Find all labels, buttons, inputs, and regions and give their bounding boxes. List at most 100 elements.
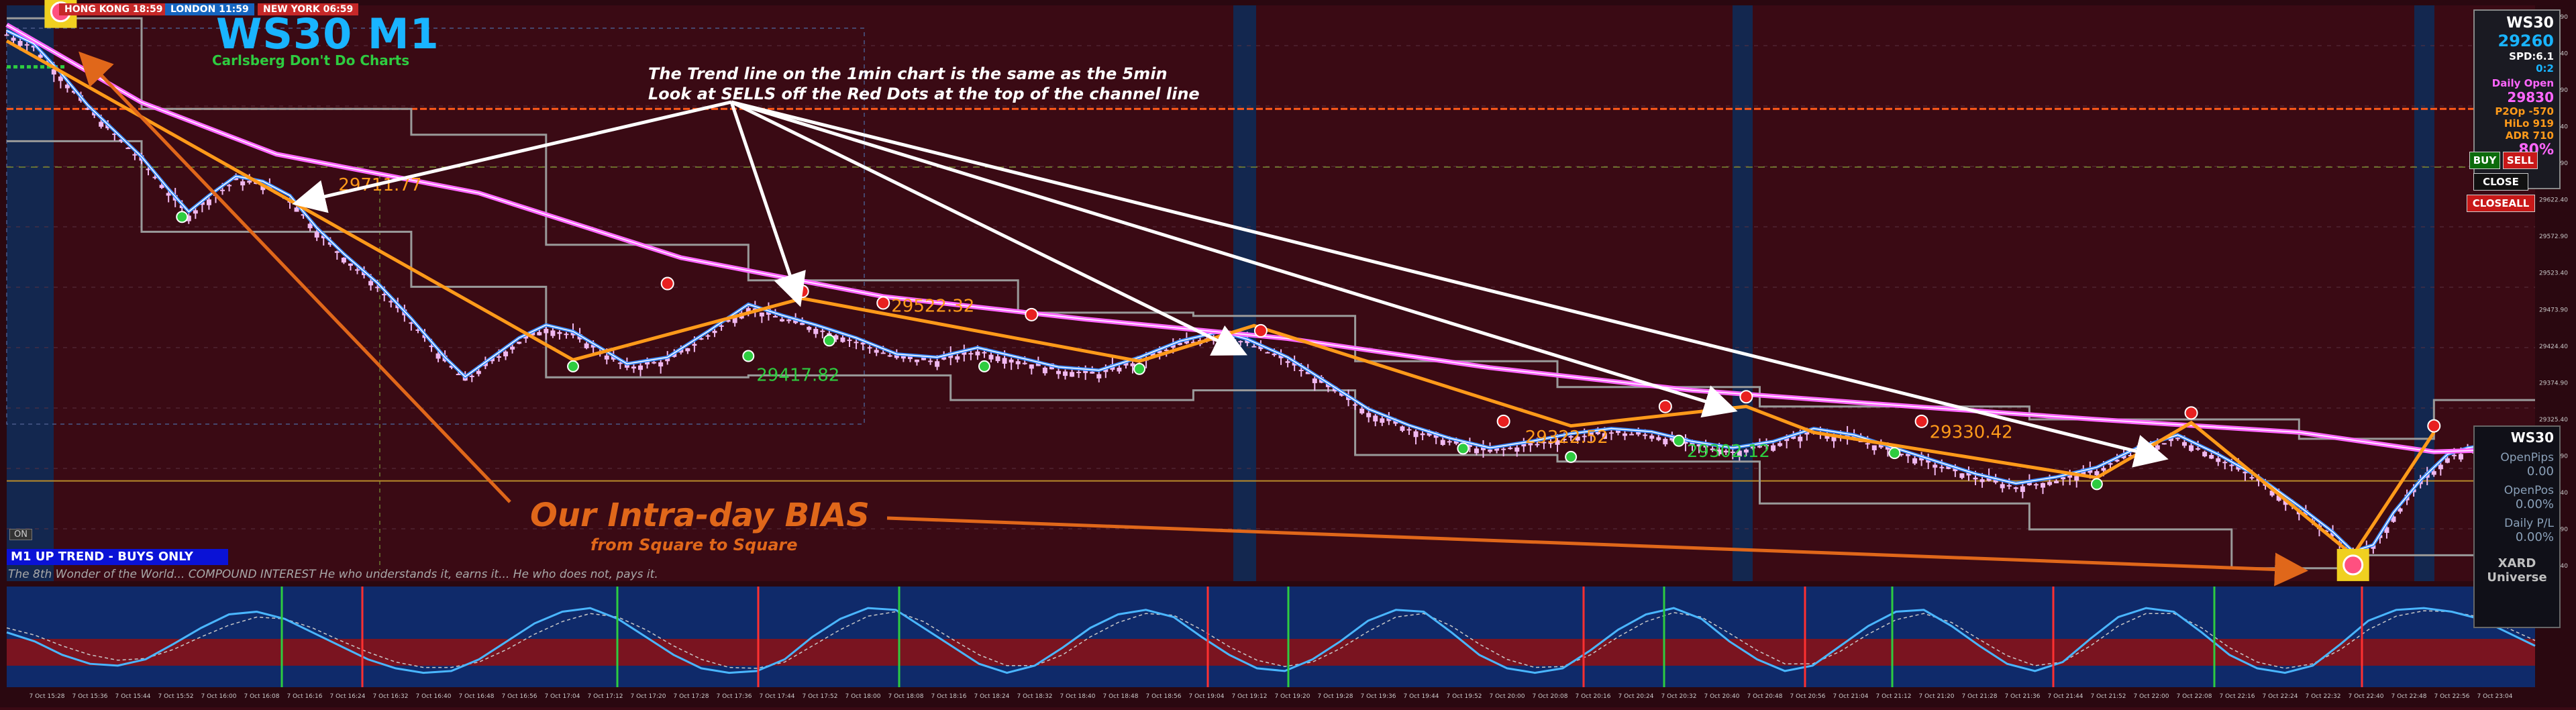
session-band-2 xyxy=(1733,5,1753,581)
time-axis-tick: 7 Oct 18:16 xyxy=(931,693,967,700)
candle-body xyxy=(705,335,711,337)
panel-ratio: 0:2 xyxy=(2536,62,2554,74)
time-axis-tick: 7 Oct 19:36 xyxy=(1361,693,1396,700)
candle-body xyxy=(995,356,1000,362)
time-axis-tick: 7 Oct 16:48 xyxy=(459,693,495,700)
candle-body xyxy=(2040,483,2045,488)
candle-body xyxy=(368,281,374,286)
candle-body xyxy=(712,330,717,334)
on-toggle[interactable]: ON xyxy=(9,529,32,540)
candle-body xyxy=(564,334,569,336)
time-axis-tick: 7 Oct 17:44 xyxy=(760,693,795,700)
candle-body xyxy=(2189,445,2194,451)
price-label: 29302.12 xyxy=(1687,442,1770,462)
time-axis-tick: 7 Oct 19:28 xyxy=(1318,693,1353,700)
price-axis-tick: 29473.90 xyxy=(2539,307,2568,313)
panel-adr: ADR 710 xyxy=(2505,130,2554,142)
candle-body xyxy=(968,353,974,355)
candle-body xyxy=(2175,438,2180,440)
candle-body xyxy=(887,355,892,357)
time-axis-tick: 7 Oct 20:24 xyxy=(1618,693,1654,700)
candle-body xyxy=(99,121,104,127)
candle-body xyxy=(1771,445,1776,451)
candle-body xyxy=(1096,374,1102,378)
candle-body xyxy=(1643,434,1648,436)
candle-body xyxy=(2033,484,2039,486)
candle-body xyxy=(2054,480,2059,484)
time-axis-tick: 7 Oct 20:16 xyxy=(1576,693,1611,700)
price-axis-tick: 29374.90 xyxy=(2539,380,2568,387)
candle-body xyxy=(658,362,664,367)
chart-canvas: 29711.7729522.3229417.8229322.5229302.12… xyxy=(0,0,2576,707)
sell-dot xyxy=(876,296,890,310)
candle-body xyxy=(1002,358,1007,364)
panel-price: 29260 xyxy=(2497,32,2555,50)
sell-button[interactable]: SELL xyxy=(2503,152,2538,169)
candle-body xyxy=(813,329,819,334)
candle-body xyxy=(1298,370,1304,372)
candle-body xyxy=(1865,443,1870,445)
candle-body xyxy=(1055,370,1061,374)
time-axis-tick: 7 Oct 22:16 xyxy=(2220,693,2255,700)
sell-dot xyxy=(2184,406,2198,420)
candle-body xyxy=(503,351,509,356)
time-axis-tick: 7 Oct 19:52 xyxy=(1447,693,1482,700)
price-axis-tick: 29622.40 xyxy=(2539,197,2568,204)
candle-body xyxy=(206,199,211,205)
oscillator-area xyxy=(7,587,2535,687)
candle-body xyxy=(874,350,879,353)
candle-body xyxy=(820,330,825,332)
candle-body xyxy=(685,348,690,352)
candle-body xyxy=(1622,433,1628,436)
candle-body xyxy=(354,269,360,271)
candle-body xyxy=(469,375,474,377)
candle-body xyxy=(2000,484,2005,489)
time-axis-tick: 7 Oct 17:20 xyxy=(631,693,666,700)
time-axis-tick: 7 Oct 22:40 xyxy=(2349,693,2384,700)
buy-dot xyxy=(1133,362,1146,375)
candle-body xyxy=(227,185,232,187)
candle-body xyxy=(1629,434,1635,436)
candle-body xyxy=(935,361,940,367)
time-axis-tick: 7 Oct 21:28 xyxy=(1962,693,1998,700)
sell-dot xyxy=(1739,390,1753,404)
candle-body xyxy=(341,257,346,263)
sell-dot xyxy=(1914,414,1928,428)
candle-body xyxy=(631,366,636,369)
time-axis-tick: 7 Oct 20:32 xyxy=(1661,693,1697,700)
candle-body xyxy=(1973,477,1978,480)
stats-open-pos-label: OpenPos xyxy=(2504,484,2554,497)
price-axis-tick: 29325.40 xyxy=(2539,417,2568,423)
candle-body xyxy=(692,344,697,346)
time-axis-tick: 7 Oct 20:48 xyxy=(1747,693,1783,700)
candle-body xyxy=(1353,404,1358,406)
candle-body xyxy=(2094,471,2100,476)
candle-body xyxy=(2438,464,2443,470)
candle-body xyxy=(1649,436,1655,439)
buy-dot xyxy=(176,211,189,223)
close-button[interactable]: CLOSE xyxy=(2473,173,2528,191)
sell-dot xyxy=(1658,399,1672,413)
candle-body xyxy=(1400,426,1405,431)
buy-button[interactable]: BUY xyxy=(2469,152,2500,169)
candle-body xyxy=(24,44,30,46)
panel-daily-open-value: 29830 xyxy=(2507,89,2554,105)
time-axis-tick: 7 Oct 21:04 xyxy=(1833,693,1869,700)
brand-line-1: XARD xyxy=(2497,556,2536,570)
candle-body xyxy=(988,354,994,360)
candle-body xyxy=(247,181,252,183)
stats-panel: WS30 OpenPips 0.00 OpenPos 0.00% Daily P… xyxy=(2473,425,2561,628)
candle-body xyxy=(807,327,812,330)
closeall-button[interactable]: CLOSEALL xyxy=(2467,195,2535,212)
candle-body xyxy=(550,330,556,336)
candle-body xyxy=(2006,485,2012,487)
sell-dot xyxy=(660,276,674,291)
time-axis-tick: 7 Oct 19:20 xyxy=(1275,693,1310,700)
time-axis-tick: 7 Oct 18:48 xyxy=(1103,693,1139,700)
session-band-0 xyxy=(7,5,54,581)
candle-body xyxy=(435,353,441,359)
stats-open-pips-label: OpenPips xyxy=(2500,451,2554,464)
candle-body xyxy=(1231,339,1237,344)
time-axis-tick: 7 Oct 15:28 xyxy=(30,693,65,700)
candle-body xyxy=(125,148,131,150)
